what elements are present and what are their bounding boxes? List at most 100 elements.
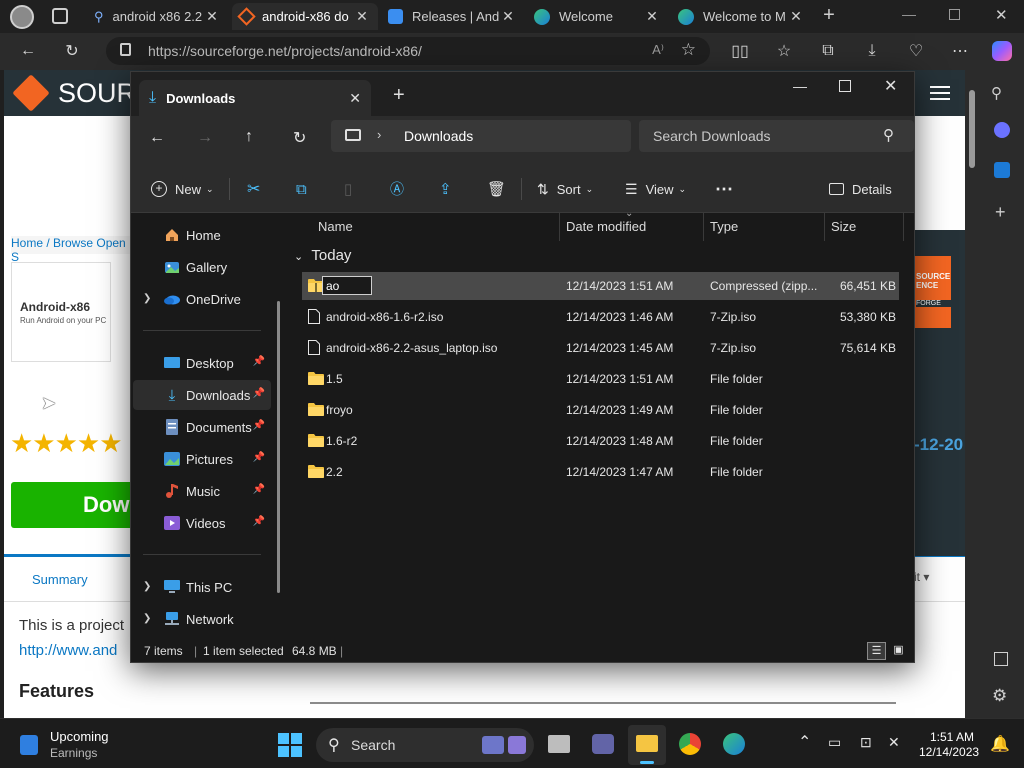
file-explorer-taskbar-icon[interactable] bbox=[628, 725, 666, 765]
add-sidebar-icon[interactable]: + bbox=[995, 202, 1006, 223]
hamburger-menu-icon[interactable] bbox=[930, 86, 950, 100]
nav-item-network[interactable]: ❯ Network bbox=[133, 604, 271, 634]
column-header-type[interactable]: Type bbox=[702, 213, 824, 241]
details-view-button[interactable]: ☰ bbox=[867, 642, 886, 660]
downloads-icon[interactable]: ⤓ bbox=[858, 37, 886, 65]
nav-scrollbar[interactable] bbox=[277, 301, 280, 593]
close-icon[interactable]: ✕ bbox=[644, 8, 660, 25]
file-row[interactable]: froyo 12/14/2023 1:49 AM File folder bbox=[302, 396, 899, 424]
file-row[interactable]: android-x86-2.2-asus_laptop.iso 12/14/202… bbox=[302, 334, 899, 362]
meet-icon[interactable] bbox=[592, 734, 614, 754]
split-screen-icon[interactable]: ▯▯ bbox=[726, 37, 754, 65]
new-button[interactable]: + New ⌄ bbox=[151, 176, 214, 202]
file-row[interactable]: 1.6-r2 12/14/2023 1:48 AM File folder bbox=[302, 427, 899, 455]
pin-icon[interactable]: 📌 bbox=[253, 356, 265, 367]
clock-date[interactable]: 12/14/2023 bbox=[919, 745, 979, 759]
new-tab-button[interactable]: + bbox=[818, 4, 840, 26]
column-header-name[interactable]: Name bbox=[310, 213, 560, 241]
performance-icon[interactable]: ♡ bbox=[902, 37, 930, 65]
tiles-view-button[interactable]: ▣ bbox=[889, 642, 908, 660]
restore-button[interactable] bbox=[949, 9, 960, 20]
nav-item-home[interactable]: Home bbox=[133, 220, 271, 250]
close-icon[interactable]: ✕ bbox=[204, 8, 220, 25]
show-hidden-icons[interactable]: ⌃ bbox=[798, 732, 811, 752]
sourceforge-logo-icon[interactable] bbox=[12, 74, 50, 112]
browser-tab-3[interactable]: Releases | Andr ✕ bbox=[380, 3, 524, 30]
settings-icon[interactable]: ⚙ bbox=[992, 686, 1007, 706]
group-header-today[interactable]: ⌄ Today bbox=[294, 247, 351, 269]
close-icon[interactable]: ✕ bbox=[500, 8, 516, 25]
nav-item-desktop[interactable]: Desktop 📌 bbox=[133, 348, 271, 378]
sort-button[interactable]: ⇅ Sort ⌄ bbox=[537, 176, 593, 202]
screen-icon[interactable]: ⊡ bbox=[860, 734, 872, 751]
nav-item-documents[interactable]: Documents 📌 bbox=[133, 412, 271, 442]
copilot-sidebar-icon[interactable] bbox=[994, 122, 1010, 138]
back-icon[interactable]: ← bbox=[149, 129, 165, 147]
pin-icon[interactable]: 📌 bbox=[253, 388, 265, 399]
nav-item-onedrive[interactable]: ❯ OneDrive bbox=[133, 284, 271, 314]
copy-button[interactable]: ⧉ bbox=[296, 176, 307, 202]
pin-icon[interactable]: 📌 bbox=[253, 516, 265, 527]
minimize-button[interactable]: — bbox=[902, 6, 916, 22]
taskbar-search[interactable]: ⚲ Search bbox=[316, 728, 534, 762]
chevron-right-icon[interactable]: ❯ bbox=[143, 581, 151, 592]
refresh-icon[interactable]: ↻ bbox=[58, 37, 86, 65]
explorer-tab[interactable]: ⤓ Downloads ✕ bbox=[139, 80, 371, 116]
browser-tab-2[interactable]: android-x86 do ✕ bbox=[232, 3, 378, 30]
nav-item-videos[interactable]: Videos 📌 bbox=[133, 508, 271, 538]
search-icon[interactable]: ⚲ bbox=[991, 84, 1002, 102]
refresh-icon[interactable]: ↻ bbox=[293, 128, 306, 148]
file-row[interactable]: android-x86-1.6-r2.iso 12/14/2023 1:46 AM… bbox=[302, 303, 899, 331]
read-aloud-icon[interactable]: A⁾ bbox=[652, 42, 664, 58]
nav-item-music[interactable]: Music 📌 bbox=[133, 476, 271, 506]
profile-avatar[interactable] bbox=[10, 5, 34, 29]
favorite-star-icon[interactable]: ☆ bbox=[681, 40, 696, 60]
details-button[interactable]: Details bbox=[829, 176, 892, 202]
cut-button[interactable]: ✂ bbox=[247, 176, 260, 202]
minimize-button[interactable]: — bbox=[793, 78, 807, 94]
delete-button[interactable]: 🗑 bbox=[487, 176, 506, 202]
tab-fragment[interactable]: it ▾ bbox=[914, 570, 929, 584]
edge-icon[interactable] bbox=[723, 733, 745, 755]
chrome-icon[interactable] bbox=[679, 733, 701, 755]
address-breadcrumb[interactable]: Downloads bbox=[404, 128, 473, 144]
horizontal-scrollbar[interactable] bbox=[310, 702, 896, 704]
nav-item-gallery[interactable]: Gallery bbox=[133, 252, 271, 282]
new-explorer-tab-button[interactable]: + bbox=[393, 84, 405, 107]
scrollbar[interactable] bbox=[969, 90, 975, 168]
sidebar-toggle-icon[interactable] bbox=[994, 652, 1008, 666]
close-icon[interactable]: ✕ bbox=[788, 8, 804, 25]
outlook-icon[interactable] bbox=[994, 162, 1010, 178]
nav-item-pictures[interactable]: Pictures 📌 bbox=[133, 444, 271, 474]
notification-bell-icon[interactable]: 🔔 bbox=[990, 734, 1010, 754]
column-header-size[interactable]: Size bbox=[823, 213, 903, 241]
pin-icon[interactable]: 📌 bbox=[253, 420, 265, 431]
chevron-right-icon[interactable]: ❯ bbox=[143, 293, 151, 304]
back-icon[interactable]: ← bbox=[14, 37, 42, 65]
award-badge[interactable]: SOURCE ENCE FORGE bbox=[914, 256, 951, 328]
chevron-right-icon[interactable]: ❯ bbox=[143, 613, 151, 624]
file-row[interactable]: 1.5 12/14/2023 1:51 AM File folder bbox=[302, 365, 899, 393]
view-button[interactable]: ☰ View ⌄ bbox=[625, 176, 686, 202]
up-icon[interactable]: ↑ bbox=[245, 128, 253, 146]
pin-icon[interactable]: 📌 bbox=[253, 452, 265, 463]
summary-tab[interactable]: Summary bbox=[32, 572, 88, 587]
rename-button[interactable]: Ⓐ bbox=[390, 176, 404, 202]
search-field[interactable]: Search Downloads ⚲ bbox=[639, 120, 914, 152]
widgets-button[interactable]: Upcoming Earnings bbox=[16, 727, 136, 763]
more-options-button[interactable]: ⋯ bbox=[715, 176, 733, 202]
nav-item-this-pc[interactable]: ❯ This PC bbox=[133, 572, 271, 602]
close-icon[interactable]: ✕ bbox=[354, 8, 370, 25]
browser-tab-1[interactable]: ⚲ android x86 2.2 ✕ bbox=[86, 3, 228, 30]
share-button[interactable]: ⇪ bbox=[439, 176, 452, 202]
file-row[interactable]: 2.2 12/14/2023 1:47 AM File folder bbox=[302, 458, 899, 486]
forward-icon[interactable]: → bbox=[197, 129, 213, 147]
nav-item-downloads[interactable]: ⤓ Downloads 📌 bbox=[133, 380, 271, 410]
project-card[interactable]: Android-x86 Run Android on your PC bbox=[11, 262, 111, 362]
homepage-link[interactable]: http://www.and bbox=[19, 642, 117, 659]
breadcrumb[interactable]: Home / Browse Open S bbox=[11, 236, 131, 264]
copilot-icon[interactable] bbox=[988, 37, 1016, 65]
close-window-button[interactable]: ✕ bbox=[884, 76, 897, 96]
close-icon[interactable]: ✕ bbox=[349, 90, 361, 107]
close-window-button[interactable]: ✕ bbox=[995, 6, 1008, 24]
